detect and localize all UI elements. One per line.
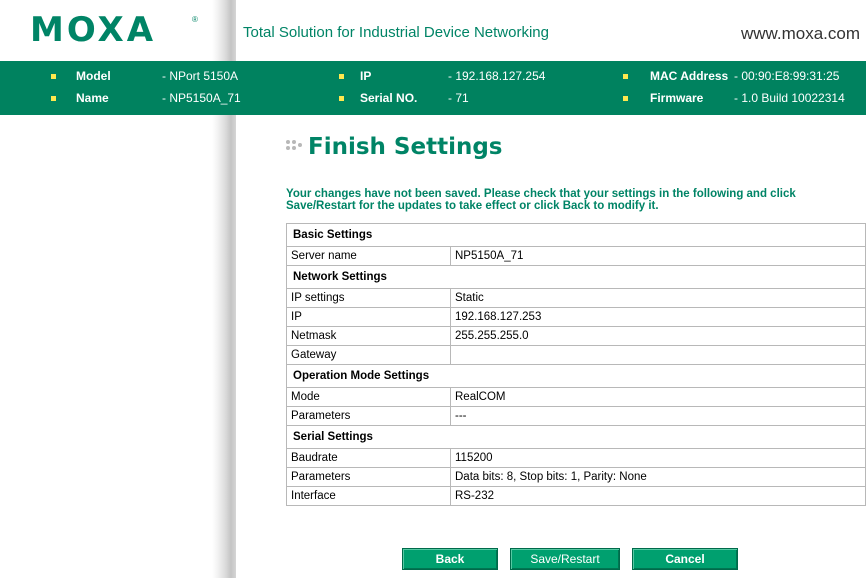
device-info-bar: Model - NPort 5150A IP - 192.168.127.254… — [0, 61, 866, 115]
table-row: Parameters Data bits: 8, Stop bits: 1, P… — [286, 467, 866, 487]
row-value: Data bits: 8, Stop bits: 1, Parity: None — [450, 467, 866, 487]
table-row: Mode RealCOM — [286, 387, 866, 407]
page-title: Finish Settings — [286, 130, 503, 164]
section-title: Serial Settings — [286, 425, 866, 449]
table-row: Baudrate 115200 — [286, 448, 866, 468]
firmware-label: Firmware — [650, 91, 704, 105]
table-row: IP 192.168.127.253 — [286, 307, 866, 327]
section-title: Operation Mode Settings — [286, 364, 866, 388]
row-label: IP settings — [286, 288, 451, 308]
bullet-icon — [51, 96, 56, 101]
firmware-value: - 1.0 Build 10022314 — [734, 91, 845, 105]
ip-value: - 192.168.127.254 — [448, 69, 546, 83]
row-value: 255.255.255.0 — [450, 326, 866, 346]
bullet-icon — [339, 96, 344, 101]
serial-value: - 71 — [448, 91, 469, 105]
unsaved-message: Your changes have not been saved. Please… — [286, 188, 796, 212]
settings-summary-table: Basic Settings Server name NP5150A_71 Ne… — [286, 223, 866, 506]
row-value: Static — [450, 288, 866, 308]
website-link[interactable]: www.moxa.com — [741, 24, 860, 44]
tagline: Total Solution for Industrial Device Net… — [243, 24, 549, 41]
row-label: Interface — [286, 486, 451, 506]
row-value: --- — [450, 406, 866, 426]
row-value: NP5150A_71 — [450, 246, 866, 266]
bullet-icon — [51, 74, 56, 79]
model-label: Model — [76, 69, 111, 83]
mac-label: MAC Address — [650, 69, 729, 83]
table-row: Netmask 255.255.255.0 — [286, 326, 866, 346]
name-value: - NP5150A_71 — [162, 91, 241, 105]
logo-wordmark: MOXA — [30, 10, 157, 50]
row-value: 192.168.127.253 — [450, 307, 866, 327]
table-row: IP settings Static — [286, 288, 866, 308]
page-header: MOXA ® Total Solution for Industrial Dev… — [0, 0, 866, 58]
page-title-text: Finish Settings — [308, 134, 503, 160]
row-label: Parameters — [286, 467, 451, 487]
dots-icon — [286, 137, 306, 157]
info-row: Model - NPort 5150A IP - 192.168.127.254… — [0, 67, 866, 87]
table-row: Interface RS-232 — [286, 486, 866, 506]
bullet-icon — [623, 74, 628, 79]
section-title: Network Settings — [286, 265, 866, 289]
bullet-icon — [339, 74, 344, 79]
name-label: Name — [76, 91, 109, 105]
row-value: RealCOM — [450, 387, 866, 407]
row-label: Parameters — [286, 406, 451, 426]
table-row: Parameters --- — [286, 406, 866, 426]
mac-value: - 00:90:E8:99:31:25 — [734, 69, 840, 83]
model-value: - NPort 5150A — [162, 69, 239, 83]
moxa-logo[interactable]: MOXA ® — [30, 10, 210, 50]
info-row: Name - NP5150A_71 Serial NO. - 71 Firmwa… — [0, 89, 866, 109]
row-label: IP — [286, 307, 451, 327]
ip-label: IP — [360, 69, 372, 83]
section-header: Serial Settings — [286, 425, 866, 449]
registered-mark: ® — [192, 15, 198, 24]
row-label: Netmask — [286, 326, 451, 346]
row-label: Mode — [286, 387, 451, 407]
row-value: 115200 — [450, 448, 866, 468]
section-header: Operation Mode Settings — [286, 364, 866, 388]
table-row: Server name NP5150A_71 — [286, 246, 866, 266]
save-restart-button[interactable]: Save/Restart — [510, 548, 620, 570]
section-header: Network Settings — [286, 265, 866, 289]
bullet-icon — [623, 96, 628, 101]
back-button[interactable]: Back — [402, 548, 498, 570]
row-label: Server name — [286, 246, 451, 266]
cancel-button[interactable]: Cancel — [632, 548, 738, 570]
row-label: Gateway — [286, 345, 451, 365]
row-label: Baudrate — [286, 448, 451, 468]
row-value — [450, 345, 866, 365]
table-row: Gateway — [286, 345, 866, 365]
section-header: Basic Settings — [286, 223, 866, 247]
row-value: RS-232 — [450, 486, 866, 506]
section-title: Basic Settings — [286, 223, 866, 247]
serial-label: Serial NO. — [360, 91, 418, 105]
